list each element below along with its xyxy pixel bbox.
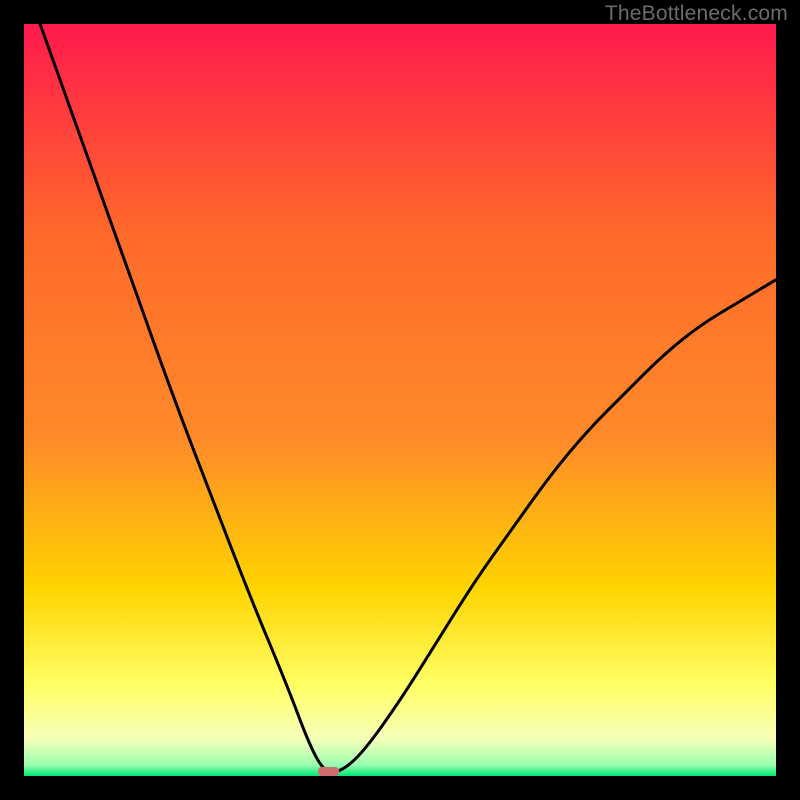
watermark-text: TheBottleneck.com	[605, 2, 788, 26]
gradient-background	[24, 24, 776, 776]
bottleneck-chart	[24, 24, 776, 776]
chart-frame	[24, 24, 776, 776]
min-point-marker	[318, 767, 339, 776]
